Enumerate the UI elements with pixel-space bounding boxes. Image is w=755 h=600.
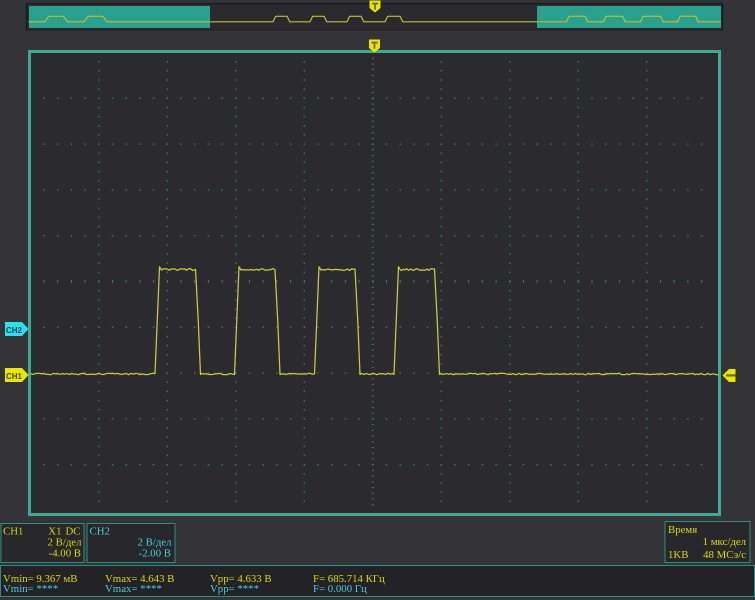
svg-text:Время: Время	[668, 524, 697, 536]
svg-text:-2.00 В: -2.00 В	[139, 548, 171, 560]
svg-text:48 МСэ/с: 48 МСэ/с	[703, 549, 746, 561]
svg-text:CH2: CH2	[6, 326, 23, 335]
svg-text:1KB: 1KB	[668, 549, 688, 561]
svg-text:Vmax= ****: Vmax= ****	[105, 583, 162, 595]
svg-text:Vmin= ****: Vmin= ****	[3, 583, 58, 595]
svg-text:F= 0.000 Гц: F= 0.000 Гц	[313, 583, 367, 595]
svg-text:CH1: CH1	[3, 526, 23, 538]
svg-text:-4.00 В: -4.00 В	[49, 548, 81, 560]
svg-text:CH2: CH2	[90, 526, 110, 538]
svg-text:CH1: CH1	[6, 372, 23, 381]
svg-text:Vpp= ****: Vpp= ****	[210, 583, 259, 595]
svg-text:1 мкс/дел: 1 мкс/дел	[703, 536, 747, 548]
